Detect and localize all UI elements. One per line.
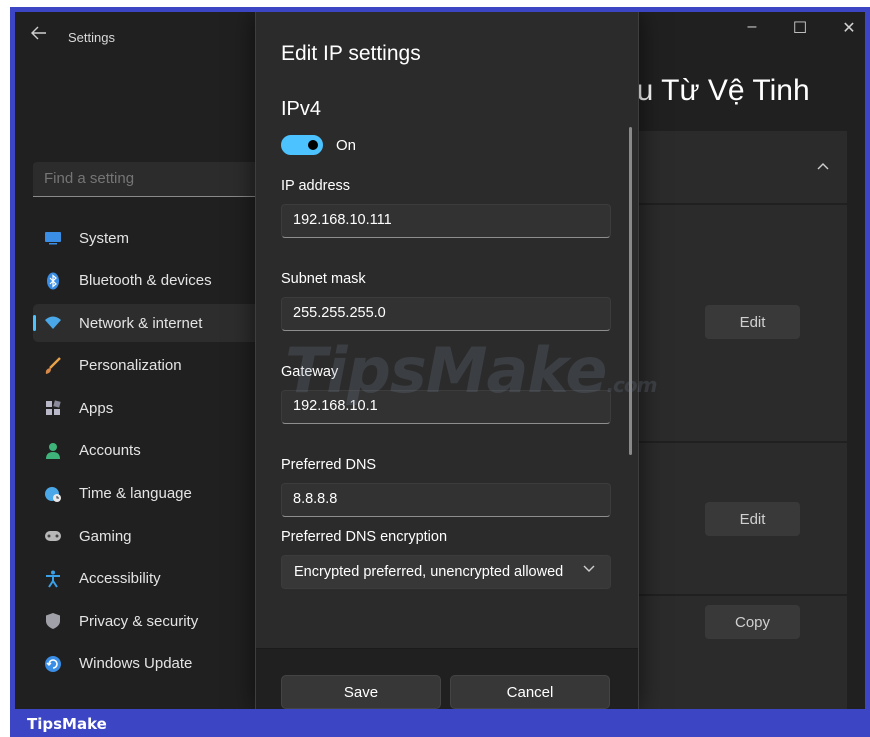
- close-button[interactable]: ✕: [829, 18, 865, 38]
- dialog-scrollbar[interactable]: [629, 127, 632, 455]
- window-title: Settings: [68, 30, 115, 45]
- preferred-dns-field[interactable]: [281, 483, 611, 517]
- settings-window: Settings – ☐ ✕ System Bluetooth & device…: [15, 12, 865, 709]
- cancel-button[interactable]: Cancel: [450, 675, 610, 709]
- search-box[interactable]: [33, 162, 263, 197]
- dialog-title: Edit IP settings: [281, 42, 421, 65]
- toggle-knob: [308, 140, 318, 150]
- refresh-icon: [44, 655, 62, 673]
- chevron-down-icon: [583, 562, 595, 576]
- sidebar-item-system[interactable]: System: [33, 219, 273, 257]
- sidebar-item-windows-update[interactable]: Windows Update: [33, 645, 273, 683]
- page-title: ệu Từ Vệ Tinh: [620, 74, 810, 107]
- save-button[interactable]: Save: [281, 675, 441, 709]
- dns-encryption-value: Encrypted preferred, unencrypted allowed: [294, 564, 564, 580]
- sidebar-item-label: Personalization: [79, 357, 182, 375]
- sidebar-nav: System Bluetooth & devices Network & int…: [33, 219, 273, 688]
- ipv4-toggle[interactable]: [281, 135, 323, 155]
- subnet-mask-input[interactable]: [282, 298, 604, 328]
- preferred-dns-input[interactable]: [282, 484, 604, 514]
- sidebar-item-accounts[interactable]: Accounts: [33, 432, 273, 470]
- gateway-field[interactable]: [281, 390, 611, 424]
- settings-card: Edit: [630, 443, 847, 594]
- subnet-mask-field[interactable]: [281, 297, 611, 331]
- shield-icon: [44, 612, 62, 630]
- globe-clock-icon: [44, 485, 62, 503]
- search-input[interactable]: [33, 162, 255, 195]
- apps-icon: [44, 399, 62, 417]
- section-header[interactable]: [630, 131, 847, 203]
- preferred-dns-label: Preferred DNS: [281, 457, 377, 473]
- dns-encryption-select[interactable]: Encrypted preferred, unencrypted allowed: [281, 555, 611, 589]
- sidebar-item-label: Network & internet: [79, 314, 203, 332]
- chevron-up-icon[interactable]: [817, 157, 829, 173]
- sidebar-item-privacy-security[interactable]: Privacy & security: [33, 602, 273, 640]
- person-icon: [44, 442, 62, 460]
- gateway-input[interactable]: [282, 391, 604, 421]
- dns-encryption-label: Preferred DNS encryption: [281, 529, 448, 545]
- ip-address-input[interactable]: [282, 205, 604, 235]
- edit-button[interactable]: Edit: [705, 305, 800, 339]
- gateway-label: Gateway: [281, 364, 339, 380]
- sidebar-item-bluetooth[interactable]: Bluetooth & devices: [33, 262, 273, 300]
- sidebar-item-label: Accessibility: [79, 570, 161, 588]
- sidebar-item-gaming[interactable]: Gaming: [33, 517, 273, 555]
- sidebar-item-label: System: [79, 229, 130, 247]
- sidebar-item-personalization[interactable]: Personalization: [33, 347, 273, 385]
- wifi-icon: [44, 314, 62, 332]
- back-arrow-icon[interactable]: [31, 26, 47, 45]
- sidebar-item-label: Time & language: [79, 485, 192, 503]
- minimize-button[interactable]: –: [732, 18, 772, 36]
- sidebar-item-label: Gaming: [79, 527, 132, 545]
- sidebar-item-label: Accounts: [79, 442, 141, 460]
- settings-card: Copy: [630, 596, 847, 709]
- brand-label: TipsMake: [27, 715, 107, 733]
- edit-button[interactable]: Edit: [705, 502, 800, 536]
- bluetooth-icon: [44, 272, 62, 290]
- toggle-state-label: On: [336, 137, 357, 154]
- accessibility-icon: [44, 570, 62, 588]
- sidebar-item-label: Apps: [79, 399, 114, 417]
- sidebar-item-label: Windows Update: [79, 655, 193, 673]
- monitor-icon: [44, 229, 62, 247]
- paintbrush-icon: [44, 356, 62, 375]
- ip-address-label: IP address: [281, 178, 351, 194]
- sidebar-item-network[interactable]: Network & internet: [33, 304, 273, 343]
- sidebar-item-time-language[interactable]: Time & language: [33, 475, 273, 513]
- sidebar-item-label: Bluetooth & devices: [79, 272, 212, 290]
- subnet-mask-label: Subnet mask: [281, 271, 366, 287]
- sidebar-item-apps[interactable]: Apps: [33, 389, 273, 427]
- maximize-button[interactable]: ☐: [780, 18, 820, 38]
- ipv4-heading: IPv4: [281, 98, 322, 120]
- ip-address-field[interactable]: [281, 204, 611, 238]
- sidebar-item-label: Privacy & security: [79, 612, 199, 630]
- brand-bar: TipsMake: [10, 709, 870, 737]
- copy-button[interactable]: Copy: [705, 605, 800, 639]
- settings-card: Edit: [630, 205, 847, 441]
- gamepad-icon: [44, 527, 62, 545]
- edit-ip-dialog: Edit IP settings IPv4 On IP address Subn…: [255, 12, 639, 709]
- frame-border-right: [865, 7, 870, 729]
- sidebar-item-accessibility[interactable]: Accessibility: [33, 560, 273, 598]
